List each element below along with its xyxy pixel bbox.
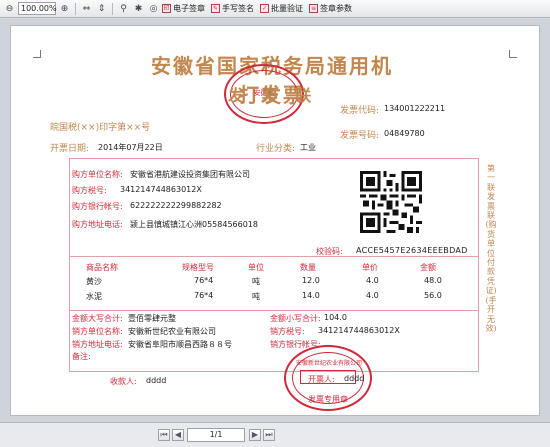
item-qty: 14.0 [302, 291, 320, 300]
buyer-name-label: 购方单位名称: [72, 170, 123, 179]
buyer-addr-label: 购方地址电话: [72, 220, 123, 229]
industry-value: 工业 [300, 143, 316, 152]
electronic-seal-label: 电子签章 [173, 4, 205, 13]
buyer-bank-value: 622222222299882282 [130, 201, 222, 210]
item-unit: 吨 [252, 277, 260, 286]
search-icon[interactable]: ⚲ [117, 2, 130, 16]
industry-label: 行业分类: [256, 144, 296, 154]
drawer-value: dddd [344, 374, 365, 383]
item-price: 4.0 [366, 291, 379, 300]
total-lower-value: 104.0 [324, 313, 347, 322]
form-note: 皖国税(××)印字第××号 [50, 123, 151, 133]
item-amount: 56.0 [424, 291, 442, 300]
invoice-code-label: 发票代码: [340, 106, 380, 116]
col-header-name: 商品名称 [86, 263, 118, 272]
payee-label: 收款人: [110, 377, 137, 386]
col-header-qty: 数量 [300, 263, 316, 272]
handwrite-sign-button[interactable]: ✎ 手写签名 [211, 3, 254, 14]
prev-page-button[interactable]: ◀ [172, 429, 184, 441]
item-amount: 48.0 [424, 276, 442, 285]
item-name: 水泥 [86, 292, 102, 301]
handwrite-sign-label: 手写签名 [222, 4, 254, 13]
electronic-seal-button[interactable]: 印电子签章 [162, 3, 205, 14]
fit-width-icon[interactable]: ⇔ [80, 2, 93, 16]
eye-icon[interactable]: ◎ [147, 2, 160, 16]
next-page-button[interactable]: ▶ [249, 429, 261, 441]
row-divider [69, 256, 479, 257]
toolbar-divider [75, 2, 76, 15]
total-lower-label: 金额小写合计: [270, 314, 321, 323]
total-upper-value: 壹佰零肆元整 [128, 314, 176, 323]
invoice-number-value: 04849780 [384, 129, 425, 138]
last-page-button[interactable]: ⏭ [263, 429, 275, 441]
seal-params-button[interactable]: ≡ 签章参数 [309, 3, 352, 14]
invoice-seal-text: 发票专用章 [308, 395, 348, 404]
seller-tax-label: 销方税号: [270, 327, 305, 336]
toolbar-divider [112, 2, 113, 15]
pager-bar: ⏮ ◀ 1/1 ▶ ⏭ [0, 422, 550, 447]
seller-tax-value: 341214744863012X [318, 326, 400, 335]
zoom-out-icon[interactable]: ⊖ [3, 2, 16, 16]
col-header-price: 单价 [362, 263, 378, 272]
payee-value: dddd [146, 376, 167, 385]
buyer-bank-label: 购方银行帐号: [72, 202, 123, 211]
invoice-code-value: 134001222211 [384, 104, 446, 113]
col-header-spec: 规格型号 [182, 263, 214, 272]
seller-addr-label: 销方地址电话: [72, 340, 123, 349]
date-label: 开票日期: [50, 144, 90, 154]
fit-page-icon[interactable]: ⇕ [95, 2, 108, 16]
date-value: 2014年07月22日 [98, 143, 163, 152]
buyer-tax-value: 341214744863012X [120, 185, 202, 194]
crop-mark [33, 50, 41, 58]
item-unit: 吨 [252, 292, 260, 301]
verify-icon: ✓ [260, 4, 269, 13]
item-spec: 76*4 [194, 291, 214, 300]
drawer-label: 开票人: [308, 375, 335, 384]
buyer-tax-label: 购方税号: [72, 186, 107, 195]
qr-code [360, 171, 422, 233]
item-qty: 12.0 [302, 276, 320, 285]
side-note: 第一联发票联(购货单位付款凭证)(手开无效) [485, 164, 497, 333]
col-header-unit: 单位 [248, 263, 264, 272]
total-upper-label: 金额大写合计: [72, 314, 123, 323]
remark-label: 备注: [72, 352, 91, 361]
seal-icon: 印 [162, 4, 171, 13]
item-price: 4.0 [366, 276, 379, 285]
item-name: 黄沙 [86, 277, 102, 286]
page-input[interactable]: 1/1 [187, 428, 245, 442]
params-icon: ≡ [309, 4, 318, 13]
pen-icon: ✎ [211, 4, 220, 13]
seller-addr-value: 安徽省阜阳市顺昌西路８８号 [128, 340, 232, 349]
zoom-input[interactable]: 100.00% [18, 2, 57, 15]
row-divider [69, 310, 479, 311]
check-code-label: 校验码: [316, 247, 343, 256]
batch-verify-button[interactable]: ✓ 批量验证 [260, 3, 303, 14]
batch-verify-label: 批量验证 [271, 4, 303, 13]
invoice-subtitle: 发 票 联 [228, 86, 318, 105]
seller-name-value: 安徽新世纪农业有限公司 [128, 327, 216, 336]
seller-name-label: 销方单位名称: [72, 327, 123, 336]
buyer-name-value: 安徽省港航建设投资集团有限公司 [130, 170, 250, 179]
col-header-amount: 金额 [420, 263, 436, 272]
first-page-button[interactable]: ⏮ [158, 429, 170, 441]
buyer-addr-value: 颍上县慎城镇江心洲05584566018 [130, 220, 258, 229]
item-spec: 76*4 [194, 276, 214, 285]
toolbar: ⊖ 100.00% ⊕ ⇔ ⇕ ⚲ ✱ ◎ 印电子签章 ✎ 手写签名 ✓ 批量验证 … [0, 0, 550, 18]
crop-mark [509, 50, 517, 58]
invoice-seal-arc-text: 安徽新世纪农业有限公司 [296, 360, 363, 367]
seal-params-label: 签章参数 [320, 4, 352, 13]
check-code-value: ACCE5457E2634EEEBDAD [356, 246, 468, 255]
pin-icon[interactable]: ✱ [132, 2, 145, 16]
zoom-in-icon[interactable]: ⊕ [58, 2, 71, 16]
invoice-number-label: 发票号码: [340, 131, 380, 141]
